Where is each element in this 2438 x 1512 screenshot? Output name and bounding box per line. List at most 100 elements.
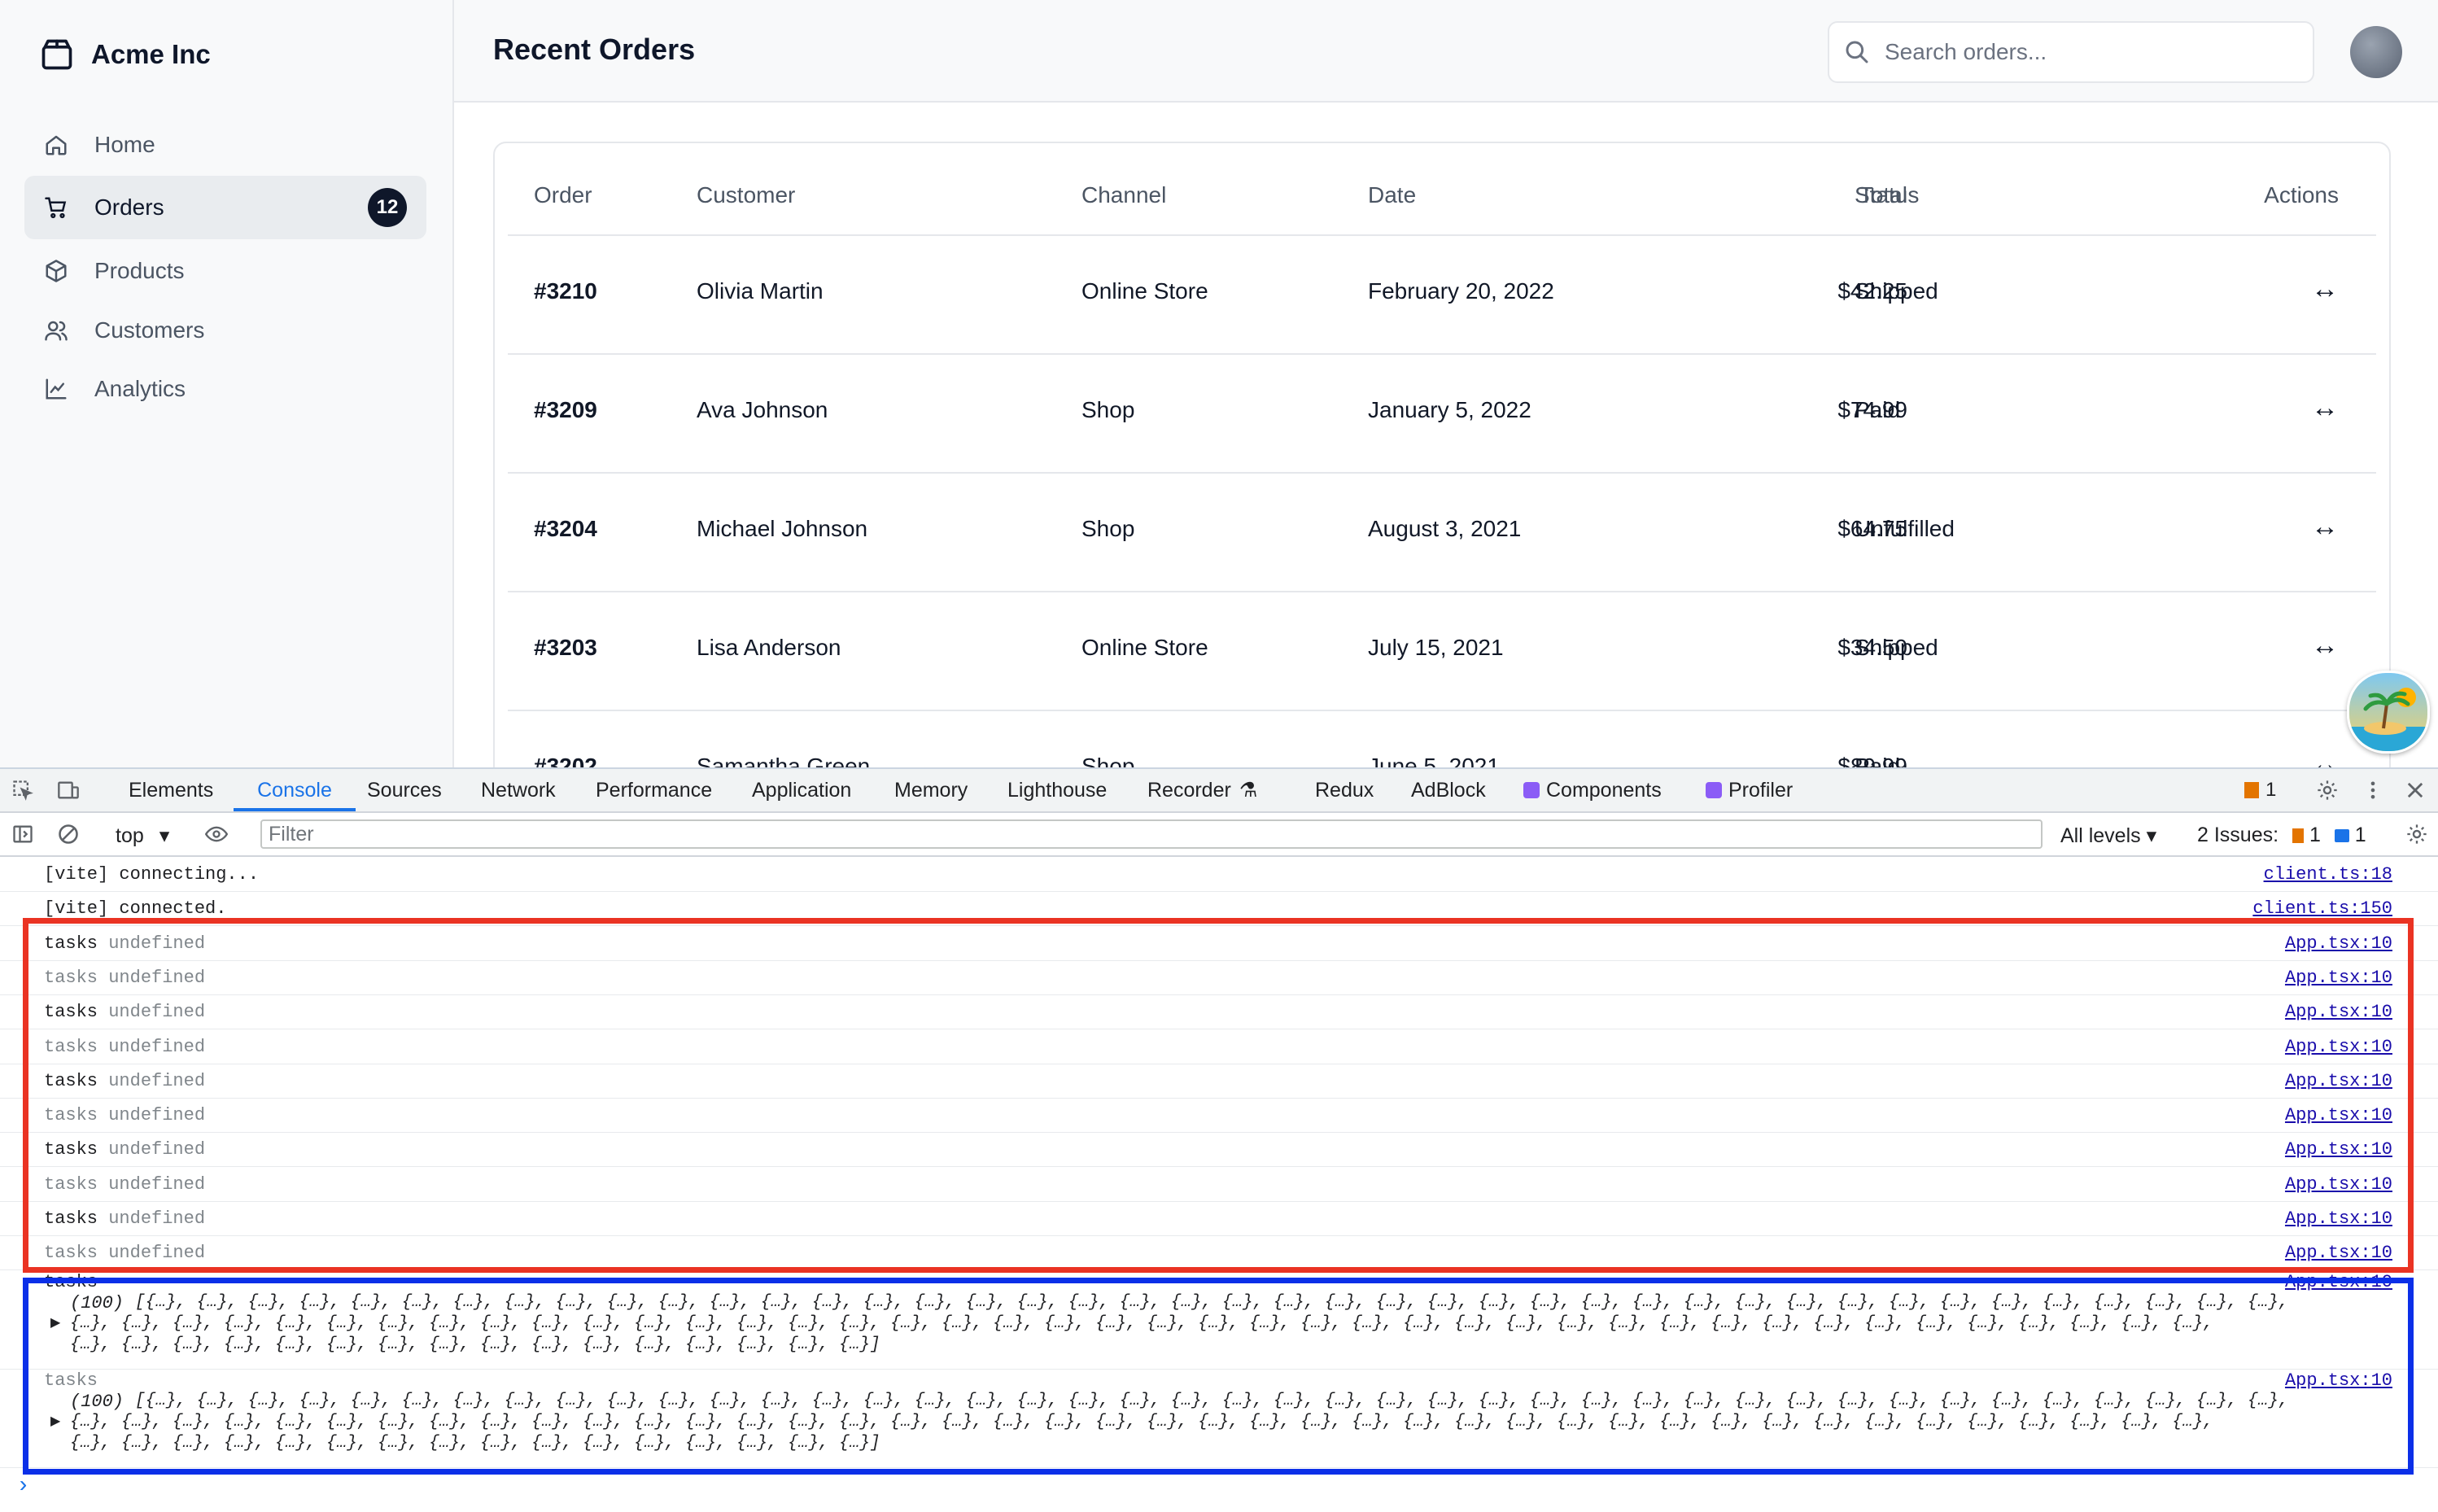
column-header-status: Status <box>1855 182 1920 208</box>
tab-network[interactable]: Network <box>481 769 556 811</box>
cell-channel: Online Store <box>1081 635 1208 660</box>
table-row[interactable]: #3202 Samantha Green Shop June 5, 2021 $89.9… <box>508 710 2376 767</box>
chart-line-icon <box>42 375 70 403</box>
console-source-link[interactable]: App.tsx:10 <box>2285 1071 2392 1091</box>
console-array-message[interactable]: tasks App.tsx:10 (100) [{…}, {…}, {…}, {…},… <box>0 1369 2438 1468</box>
console-source-link[interactable]: App.tsx:10 <box>2285 1174 2392 1195</box>
brand[interactable]: Acme Inc <box>39 34 211 75</box>
cell-status: Paid <box>1855 397 1901 422</box>
tab-label: Profiler <box>1728 779 1794 802</box>
sidebar-item-analytics[interactable]: Analytics <box>24 360 426 418</box>
tab-elements[interactable]: Elements <box>129 769 213 811</box>
console-source-link[interactable]: App.tsx:10 <box>2285 1243 2392 1263</box>
cell-order: #3204 <box>534 516 597 541</box>
console-source-link[interactable]: client.ts:150 <box>2252 898 2392 919</box>
tab-redux[interactable]: Redux <box>1315 769 1374 811</box>
log-levels-dropdown[interactable]: All levels ▾ <box>2060 824 2156 848</box>
issue-info-icon <box>2334 829 2349 843</box>
inspect-element-icon[interactable] <box>11 779 34 802</box>
live-expression-eye-icon[interactable] <box>205 823 228 846</box>
search-input[interactable] <box>1883 38 2293 66</box>
warnings-counter[interactable]: 1 <box>2244 779 2276 802</box>
sidebar-item-customers[interactable]: Customers <box>24 301 426 360</box>
issues-counter[interactable]: 2 Issues: 1 1 <box>2197 824 2366 847</box>
tab-label: Sources <box>367 779 442 802</box>
tab-adblock[interactable]: AdBlock <box>1411 769 1486 811</box>
search-box[interactable] <box>1828 21 2314 83</box>
console-source-link[interactable]: App.tsx:10 <box>2285 933 2392 954</box>
settings-gear-icon[interactable] <box>2316 779 2339 802</box>
console-source-link[interactable]: App.tsx:10 <box>2285 1272 2392 1292</box>
tab-performance[interactable]: Performance <box>596 769 712 811</box>
console-source-link[interactable]: App.tsx:10 <box>2285 1037 2392 1057</box>
orders-count-badge: 12 <box>368 188 407 227</box>
avatar[interactable] <box>2350 26 2402 78</box>
cell-customer: Ava Johnson <box>697 397 828 422</box>
array-preview-line: [{…}, {…}, {…}, {…}, {…}, {…}, {…}, {…},… <box>135 1293 2289 1312</box>
tab-lighthouse[interactable]: Lighthouse <box>1007 769 1107 811</box>
console-source-link[interactable]: App.tsx:10 <box>2285 968 2392 988</box>
row-action-button[interactable]: ↔ <box>2311 630 2339 662</box>
row-action-button[interactable]: ↔ <box>2311 511 2339 543</box>
cell-date: February 20, 2022 <box>1368 278 1554 304</box>
row-action-button[interactable]: ↔ <box>2311 392 2339 424</box>
console-source-link[interactable]: client.ts:18 <box>2264 864 2392 885</box>
console-source-link[interactable]: App.tsx:10 <box>2285 1002 2392 1022</box>
sidebar-item-label: Analytics <box>94 376 186 401</box>
sidebar-toggle-icon[interactable] <box>11 823 34 846</box>
issues-info-count: 1 <box>2354 824 2366 846</box>
console-message: tasks undefined App.tsx:10 <box>0 1098 2438 1134</box>
devtools-tab-bar: Elements Console Sources Network Performance… <box>0 769 2438 813</box>
row-action-button[interactable]: ↔ <box>2311 273 2339 305</box>
cart-icon <box>42 194 70 221</box>
tab-console[interactable]: Console <box>234 769 356 811</box>
device-toolbar-icon[interactable] <box>57 779 80 802</box>
close-icon[interactable] <box>2404 779 2427 802</box>
sidebar-item-products[interactable]: Products <box>24 241 426 301</box>
console-source-link[interactable]: App.tsx:10 <box>2285 1208 2392 1229</box>
row-action-button[interactable]: ↔ <box>2311 749 2339 767</box>
tab-components[interactable]: Components <box>1523 769 1662 811</box>
tab-application[interactable]: Application <box>752 769 851 811</box>
cell-status: Shipped <box>1855 278 1938 304</box>
more-options-icon[interactable] <box>2362 779 2384 802</box>
array-preview-line: {…}, {…}, {…}, {…}, {…}, {…}, {…}, {…}, … <box>70 1335 880 1354</box>
tab-memory[interactable]: Memory <box>894 769 968 811</box>
table-row[interactable]: #3204 Michael Johnson Shop August 3, 2021 $6… <box>508 472 2376 592</box>
warning-flag-icon <box>2244 782 2259 798</box>
console-value: undefined <box>108 1036 206 1057</box>
console-message-text: tasks undefined <box>44 1002 206 1023</box>
column-header-customer: Customer <box>697 182 796 208</box>
table-row[interactable]: #3209 Ava Johnson Shop January 5, 2022 $74.9… <box>508 353 2376 474</box>
react-icon <box>1523 782 1540 798</box>
console-filter-input[interactable]: Filter <box>260 819 2043 849</box>
table-row[interactable]: #3203 Lisa Anderson Online Store July 15, 2… <box>508 591 2376 711</box>
log-levels-label: All levels <box>2060 824 2141 847</box>
sidebar-item-home[interactable]: Home <box>24 114 426 176</box>
expand-triangle-icon[interactable]: ▶ <box>50 1413 60 1429</box>
expand-triangle-icon[interactable]: ▶ <box>50 1314 60 1331</box>
clear-console-icon[interactable] <box>57 823 80 846</box>
tab-profiler[interactable]: Profiler <box>1706 769 1793 811</box>
tab-sources[interactable]: Sources <box>367 769 442 811</box>
floating-island-badge[interactable] <box>2347 671 2430 754</box>
console-source-link[interactable]: App.tsx:10 <box>2285 1105 2392 1125</box>
cell-channel: Shop <box>1081 754 1135 767</box>
console-array-message[interactable]: tasks App.tsx:10 (100) [{…}, {…}, {…}, {…},… <box>0 1270 2438 1370</box>
console-message-text: tasks undefined <box>44 1243 206 1264</box>
context-selector[interactable]: top ▾ <box>116 824 169 848</box>
console-source-link[interactable]: App.tsx:10 <box>2285 1139 2392 1160</box>
console-source-link[interactable]: App.tsx:10 <box>2285 1370 2392 1391</box>
warnings-count: 1 <box>2265 779 2277 801</box>
console-settings-gear-icon[interactable] <box>2405 823 2428 846</box>
tab-recorder[interactable]: Recorder ⚗ <box>1147 769 1257 811</box>
console-prompt[interactable]: › <box>16 1474 30 1499</box>
console-value: undefined <box>108 967 206 988</box>
cell-status: Unfulfilled <box>1855 516 1955 541</box>
sidebar-nav: Home Orders 12 Products Customers Analytics <box>24 114 426 418</box>
array-length: (100) <box>70 1392 125 1412</box>
table-row[interactable]: #3210 Olivia Martin Online Store February 2… <box>508 234 2376 355</box>
column-header-order: Order <box>534 182 592 208</box>
sidebar-item-orders[interactable]: Orders 12 <box>24 176 426 239</box>
tab-label: Memory <box>894 779 968 802</box>
